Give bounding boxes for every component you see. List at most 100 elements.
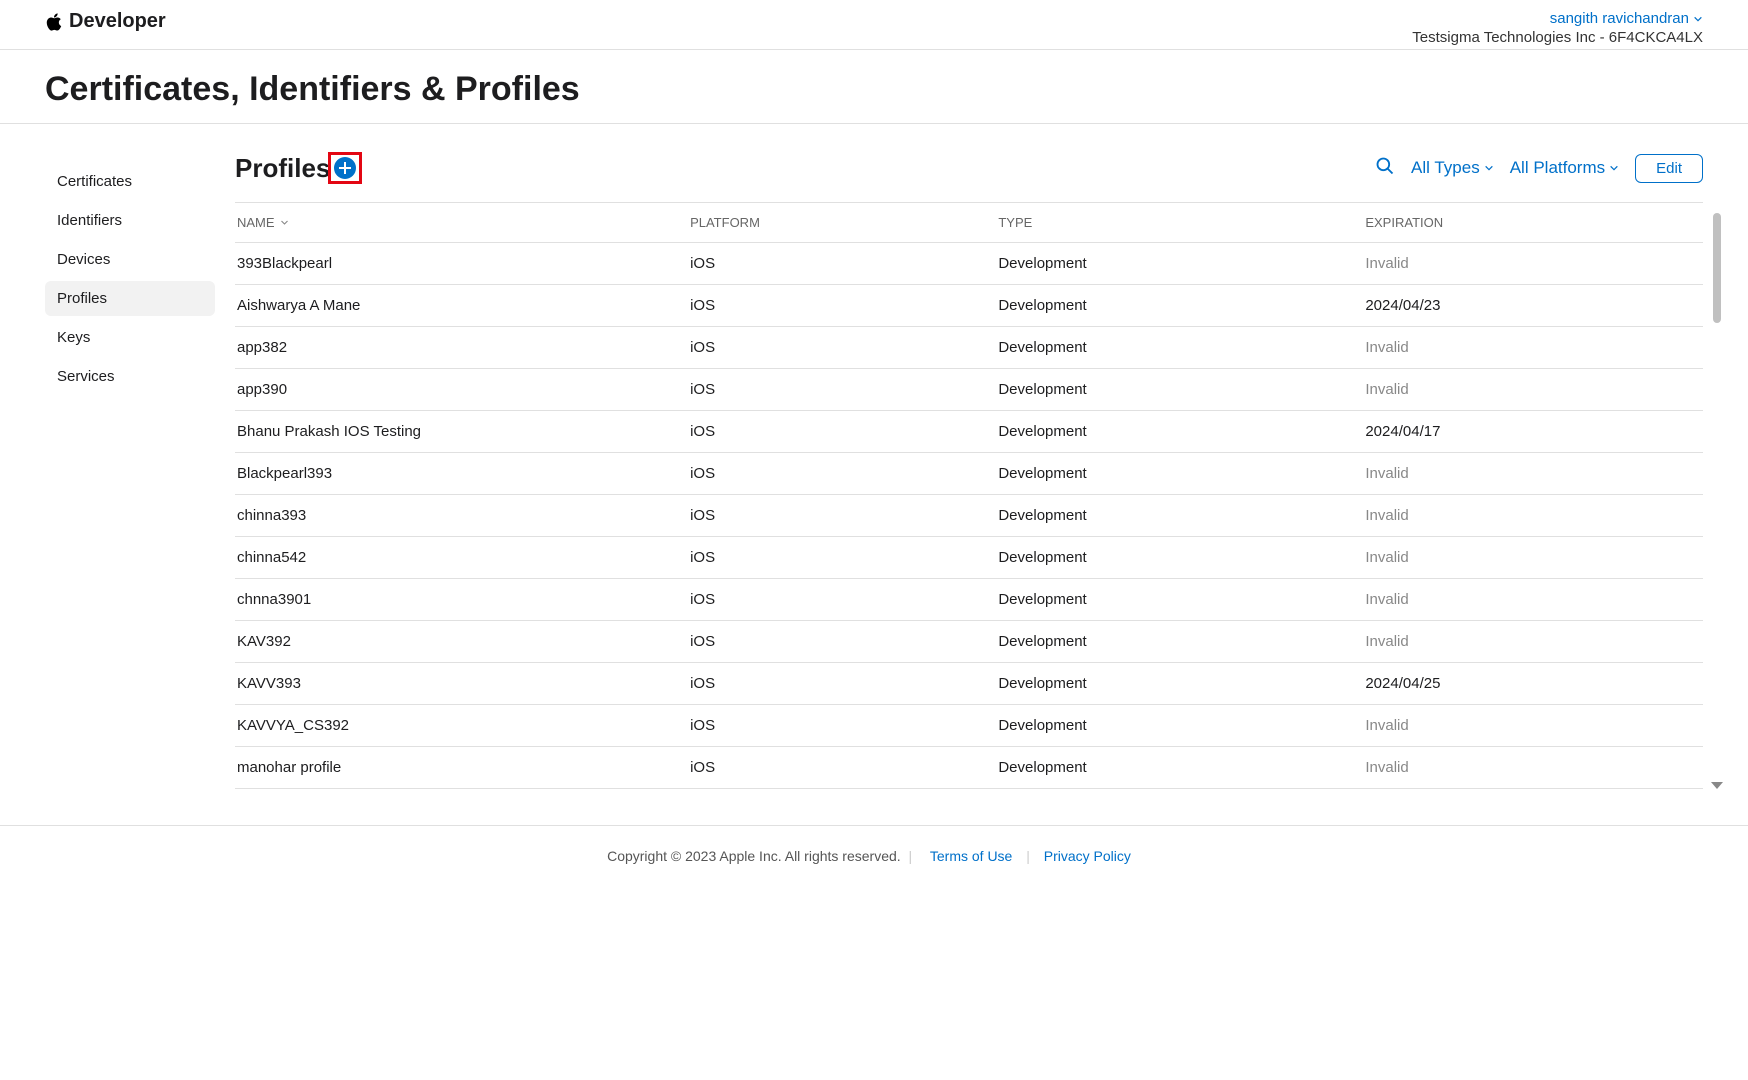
table-row[interactable]: app390iOSDevelopmentInvalid <box>235 369 1703 411</box>
add-profile-button[interactable] <box>334 157 356 179</box>
cell-type: Development <box>998 621 1365 663</box>
cell-platform: iOS <box>690 369 998 411</box>
cell-expiration: Invalid <box>1365 747 1703 789</box>
sidebar: Certificates Identifiers Devices Profiles Ke… <box>45 124 215 789</box>
chevron-down-icon <box>1693 14 1703 24</box>
footer-privacy-link[interactable]: Privacy Policy <box>1044 848 1131 864</box>
section-header: Profiles All Types All Platforms <box>235 152 1703 184</box>
cell-type: Development <box>998 243 1365 285</box>
cell-type: Development <box>998 705 1365 747</box>
cell-expiration: Invalid <box>1365 327 1703 369</box>
cell-type: Development <box>998 579 1365 621</box>
cell-platform: iOS <box>690 621 998 663</box>
top-bar: Developer sangith ravichandran Testsigma… <box>0 0 1748 50</box>
table-row[interactable]: Blackpearl393iOSDevelopmentInvalid <box>235 453 1703 495</box>
table-row[interactable]: chinna393iOSDevelopmentInvalid <box>235 495 1703 537</box>
search-button[interactable] <box>1375 156 1395 180</box>
table-row[interactable]: KAV392iOSDevelopmentInvalid <box>235 621 1703 663</box>
cell-expiration: 2024/04/23 <box>1365 285 1703 327</box>
plus-icon <box>339 162 351 174</box>
sidebar-item-devices[interactable]: Devices <box>45 242 215 277</box>
table-row[interactable]: KAVV393iOSDevelopment2024/04/25 <box>235 663 1703 705</box>
filter-types[interactable]: All Types <box>1411 158 1494 178</box>
brand[interactable]: Developer <box>45 10 166 33</box>
table-row[interactable]: chnna3901iOSDevelopmentInvalid <box>235 579 1703 621</box>
cell-type: Development <box>998 285 1365 327</box>
cell-platform: iOS <box>690 537 998 579</box>
cell-platform: iOS <box>690 411 998 453</box>
cell-expiration: Invalid <box>1365 369 1703 411</box>
filter-types-label: All Types <box>1411 158 1480 178</box>
cell-platform: iOS <box>690 453 998 495</box>
cell-platform: iOS <box>690 747 998 789</box>
cell-expiration: Invalid <box>1365 495 1703 537</box>
content: Certificates Identifiers Devices Profiles Ke… <box>0 124 1748 789</box>
table-row[interactable]: Bhanu Prakash IOS TestingiOSDevelopment2… <box>235 411 1703 453</box>
cell-type: Development <box>998 411 1365 453</box>
cell-expiration: Invalid <box>1365 621 1703 663</box>
cell-platform: iOS <box>690 285 998 327</box>
cell-expiration: Invalid <box>1365 705 1703 747</box>
apple-logo-icon <box>45 12 63 32</box>
page-title: Certificates, Identifiers & Profiles <box>45 70 1703 109</box>
table-row[interactable]: chinna542iOSDevelopmentInvalid <box>235 537 1703 579</box>
table-row[interactable]: manohar profileiOSDevelopmentInvalid <box>235 747 1703 789</box>
profiles-table-wrap: NAME PLATFORM TYPE EXPIRATION 393Blackpe… <box>235 202 1703 789</box>
cell-name: manohar profile <box>235 747 690 789</box>
table-row[interactable]: Aishwarya A ManeiOSDevelopment2024/04/23 <box>235 285 1703 327</box>
table-row[interactable]: KAVVYA_CS392iOSDevelopmentInvalid <box>235 705 1703 747</box>
cell-name: KAV392 <box>235 621 690 663</box>
footer-terms-link[interactable]: Terms of Use <box>930 848 1012 864</box>
cell-expiration: Invalid <box>1365 537 1703 579</box>
cell-type: Development <box>998 747 1365 789</box>
cell-name: Blackpearl393 <box>235 453 690 495</box>
scroll-down-icon[interactable] <box>1711 782 1723 789</box>
brand-text: Developer <box>69 10 166 33</box>
user-menu[interactable]: sangith ravichandran <box>1550 10 1703 27</box>
cell-platform: iOS <box>690 705 998 747</box>
team-info: Testsigma Technologies Inc - 6F4CKCA4LX <box>1412 29 1703 46</box>
filter-platforms-label: All Platforms <box>1510 158 1605 178</box>
col-header-platform[interactable]: PLATFORM <box>690 203 998 243</box>
section-title: Profiles <box>235 153 330 184</box>
chevron-down-icon <box>1609 163 1619 173</box>
cell-expiration: Invalid <box>1365 579 1703 621</box>
cell-expiration: Invalid <box>1365 243 1703 285</box>
edit-button[interactable]: Edit <box>1635 154 1703 183</box>
sidebar-item-certificates[interactable]: Certificates <box>45 164 215 199</box>
cell-name: KAVVYA_CS392 <box>235 705 690 747</box>
page-header: Certificates, Identifiers & Profiles <box>0 50 1748 124</box>
chevron-down-icon <box>280 218 289 227</box>
cell-expiration: 2024/04/25 <box>1365 663 1703 705</box>
sidebar-item-services[interactable]: Services <box>45 359 215 394</box>
sidebar-item-profiles[interactable]: Profiles <box>45 281 215 316</box>
cell-name: chnna3901 <box>235 579 690 621</box>
cell-name: Bhanu Prakash IOS Testing <box>235 411 690 453</box>
cell-type: Development <box>998 495 1365 537</box>
section-title-wrap: Profiles <box>235 152 362 184</box>
cell-type: Development <box>998 369 1365 411</box>
col-header-expiration[interactable]: EXPIRATION <box>1365 203 1703 243</box>
cell-name: chinna542 <box>235 537 690 579</box>
col-header-name[interactable]: NAME <box>235 203 690 243</box>
top-right: sangith ravichandran Testsigma Technolog… <box>1412 10 1703 46</box>
scrollbar-thumb[interactable] <box>1713 213 1721 323</box>
cell-expiration: 2024/04/17 <box>1365 411 1703 453</box>
cell-name: chinna393 <box>235 495 690 537</box>
sidebar-item-keys[interactable]: Keys <box>45 320 215 355</box>
add-button-highlight <box>328 152 362 184</box>
scrollbar[interactable] <box>1709 203 1723 789</box>
table-row[interactable]: app382iOSDevelopmentInvalid <box>235 327 1703 369</box>
cell-name: app390 <box>235 369 690 411</box>
sidebar-item-identifiers[interactable]: Identifiers <box>45 203 215 238</box>
cell-name: Aishwarya A Mane <box>235 285 690 327</box>
table-row[interactable]: 393BlackpearliOSDevelopmentInvalid <box>235 243 1703 285</box>
cell-name: KAVV393 <box>235 663 690 705</box>
col-header-type[interactable]: TYPE <box>998 203 1365 243</box>
chevron-down-icon <box>1484 163 1494 173</box>
main: Profiles All Types All Platforms <box>235 124 1703 789</box>
cell-type: Development <box>998 453 1365 495</box>
footer: Copyright © 2023 Apple Inc. All rights r… <box>0 825 1748 886</box>
section-controls: All Types All Platforms Edit <box>1375 154 1703 183</box>
filter-platforms[interactable]: All Platforms <box>1510 158 1619 178</box>
